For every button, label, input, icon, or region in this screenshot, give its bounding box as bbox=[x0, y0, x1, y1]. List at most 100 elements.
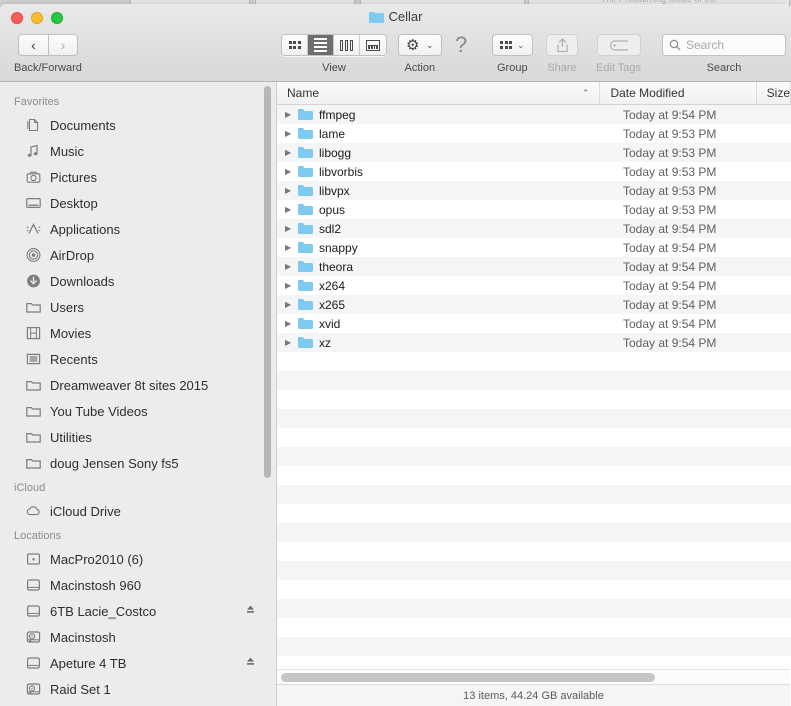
disclosure-triangle-icon[interactable]: ▶ bbox=[285, 148, 298, 157]
close-window-button[interactable] bbox=[11, 12, 23, 24]
sidebar-item-macinstosh[interactable]: Macinstosh bbox=[0, 624, 276, 650]
table-row[interactable]: ▶ opus Today at 9:53 PM bbox=[277, 200, 791, 219]
disclosure-triangle-icon[interactable]: ▶ bbox=[285, 243, 298, 252]
sidebar-scrollbar[interactable] bbox=[264, 86, 271, 478]
empty-row bbox=[277, 447, 791, 466]
search-input[interactable]: Search bbox=[662, 34, 786, 56]
table-row[interactable]: ▶ ffmpeg Today at 9:54 PM bbox=[277, 105, 791, 124]
question-mark-icon[interactable]: ? bbox=[455, 34, 467, 56]
share-button[interactable] bbox=[546, 34, 578, 56]
empty-row bbox=[277, 352, 791, 371]
table-row[interactable]: ▶ x264 Today at 9:54 PM bbox=[277, 276, 791, 295]
view-segmented-control[interactable] bbox=[281, 34, 387, 56]
disclosure-triangle-icon[interactable]: ▶ bbox=[285, 186, 298, 195]
sidebar-item-utilities[interactable]: Utilities bbox=[0, 424, 276, 450]
table-row[interactable]: ▶ xz Today at 9:54 PM bbox=[277, 333, 791, 352]
empty-row bbox=[277, 561, 791, 580]
sidebar-item-label: Utilities bbox=[50, 429, 92, 445]
sidebar-item-raid-set-1[interactable]: Raid Set 1 bbox=[0, 676, 276, 702]
sidebar-item-label: Desktop bbox=[50, 195, 98, 211]
view-column-button[interactable] bbox=[334, 35, 360, 55]
sidebar-item-downloads[interactable]: Downloads bbox=[0, 268, 276, 294]
table-row[interactable]: ▶ lame Today at 9:53 PM bbox=[277, 124, 791, 143]
sidebar-item-applications[interactable]: Applications bbox=[0, 216, 276, 242]
table-row[interactable]: ▶ theora Today at 9:54 PM bbox=[277, 257, 791, 276]
row-name-label: libogg bbox=[319, 145, 352, 160]
disclosure-triangle-icon[interactable]: ▶ bbox=[285, 110, 298, 119]
column-header-size[interactable]: Size bbox=[757, 82, 791, 104]
sort-ascending-icon: ⌃ bbox=[581, 87, 590, 98]
column-header-date-modified[interactable]: Date Modified bbox=[600, 82, 757, 104]
disclosure-triangle-icon[interactable]: ▶ bbox=[285, 205, 298, 214]
sidebar-item-documents[interactable]: Documents bbox=[0, 112, 276, 138]
disclosure-triangle-icon[interactable]: ▶ bbox=[285, 129, 298, 138]
sidebar-item-pictures[interactable]: Pictures bbox=[0, 164, 276, 190]
edit-tags-button[interactable] bbox=[596, 34, 641, 56]
column-header-date-label: Date Modified bbox=[610, 86, 685, 100]
row-name-cell: ▶ snappy bbox=[277, 241, 613, 255]
action-button[interactable]: ⚙ ⌄ bbox=[398, 34, 442, 56]
forward-button[interactable]: › bbox=[47, 34, 78, 56]
sidebar-item-apeture-4-tb[interactable]: Apeture 4 TB bbox=[0, 650, 276, 676]
sidebar-item-label: Applications bbox=[50, 221, 121, 237]
view-list-button[interactable] bbox=[308, 35, 334, 55]
downloads-icon bbox=[25, 273, 42, 289]
disclosure-triangle-icon[interactable]: ▶ bbox=[285, 300, 298, 309]
column-view-icon bbox=[339, 39, 354, 51]
sidebar-item-macpro2010-6[interactable]: MacPro2010 (6) bbox=[0, 546, 276, 572]
table-row[interactable]: ▶ x265 Today at 9:54 PM bbox=[277, 295, 791, 314]
sidebar-item-airdrop[interactable]: AirDrop bbox=[0, 242, 276, 268]
view-icon-button[interactable] bbox=[282, 35, 308, 55]
table-row[interactable]: ▶ snappy Today at 9:54 PM bbox=[277, 238, 791, 257]
column-header-name[interactable]: Name ⌃ bbox=[277, 82, 601, 104]
disclosure-triangle-icon[interactable]: ▶ bbox=[285, 281, 298, 290]
sidebar-item-icloud-drive[interactable]: iCloud Drive bbox=[0, 498, 276, 524]
horizontal-scrollbar-thumb[interactable] bbox=[281, 673, 655, 682]
eject-icon[interactable] bbox=[245, 604, 256, 618]
cloud-icon bbox=[25, 503, 42, 519]
sidebar-item-desktop[interactable]: Desktop bbox=[0, 190, 276, 216]
sidebar-item-macinstosh-960[interactable]: Macinstosh 960 bbox=[0, 572, 276, 598]
table-row[interactable]: ▶ xvid Today at 9:54 PM bbox=[277, 314, 791, 333]
column-header-size-label: Size bbox=[766, 86, 790, 100]
sidebar-item-users[interactable]: Users bbox=[0, 294, 276, 320]
group-button[interactable]: ⌄ bbox=[492, 34, 533, 56]
folder-icon bbox=[298, 204, 313, 216]
sidebar-item-recents[interactable]: Recents bbox=[0, 346, 276, 372]
empty-row bbox=[277, 637, 791, 656]
disclosure-triangle-icon[interactable]: ▶ bbox=[285, 167, 298, 176]
sidebar-section-header: Favorites bbox=[14, 96, 60, 108]
horizontal-scrollbar[interactable] bbox=[277, 669, 790, 684]
table-row[interactable]: ▶ libvpx Today at 9:53 PM bbox=[277, 181, 791, 200]
sidebar-item-music[interactable]: Music bbox=[0, 138, 276, 164]
back-button[interactable]: ‹ bbox=[17, 34, 48, 56]
disclosure-triangle-icon[interactable]: ▶ bbox=[285, 338, 298, 347]
table-row[interactable]: ▶ libvorbis Today at 9:53 PM bbox=[277, 162, 791, 181]
folder-icon bbox=[25, 377, 42, 393]
chevron-down-icon: ⌄ bbox=[426, 39, 434, 50]
hard-disk-icon bbox=[25, 577, 42, 593]
maximize-window-button[interactable] bbox=[51, 12, 63, 24]
folder-icon bbox=[298, 223, 313, 235]
row-date-modified: Today at 9:54 PM bbox=[623, 221, 717, 236]
folder-icon bbox=[298, 280, 313, 292]
table-row[interactable]: ▶ sdl2 Today at 9:54 PM bbox=[277, 219, 791, 238]
row-name-label: libvorbis bbox=[319, 164, 364, 179]
minimize-window-button[interactable] bbox=[31, 12, 43, 24]
disclosure-triangle-icon[interactable]: ▶ bbox=[285, 262, 298, 271]
disclosure-triangle-icon[interactable]: ▶ bbox=[285, 224, 298, 233]
sidebar-item-6tb-lacie-costco[interactable]: 6TB Lacie_Costco bbox=[0, 598, 276, 624]
hard-disk-icon bbox=[25, 603, 42, 619]
recents-icon bbox=[25, 351, 42, 367]
sidebar-item-you-tube-videos[interactable]: You Tube Videos bbox=[0, 398, 276, 424]
sidebar-item-doug-jensen-sony-fs5[interactable]: doug Jensen Sony fs5 bbox=[0, 450, 276, 476]
table-row[interactable]: ▶ libogg Today at 9:53 PM bbox=[277, 143, 791, 162]
view-gallery-button[interactable] bbox=[360, 35, 386, 55]
disclosure-triangle-icon[interactable]: ▶ bbox=[285, 319, 298, 328]
empty-row bbox=[277, 485, 791, 504]
chevron-left-icon: ‹ bbox=[31, 37, 36, 53]
sidebar-item-dreamweaver-8t-sites-2015[interactable]: Dreamweaver 8t sites 2015 bbox=[0, 372, 276, 398]
sidebar-item-movies[interactable]: Movies bbox=[0, 320, 276, 346]
folder-icon bbox=[25, 455, 42, 471]
eject-icon[interactable] bbox=[245, 656, 256, 670]
